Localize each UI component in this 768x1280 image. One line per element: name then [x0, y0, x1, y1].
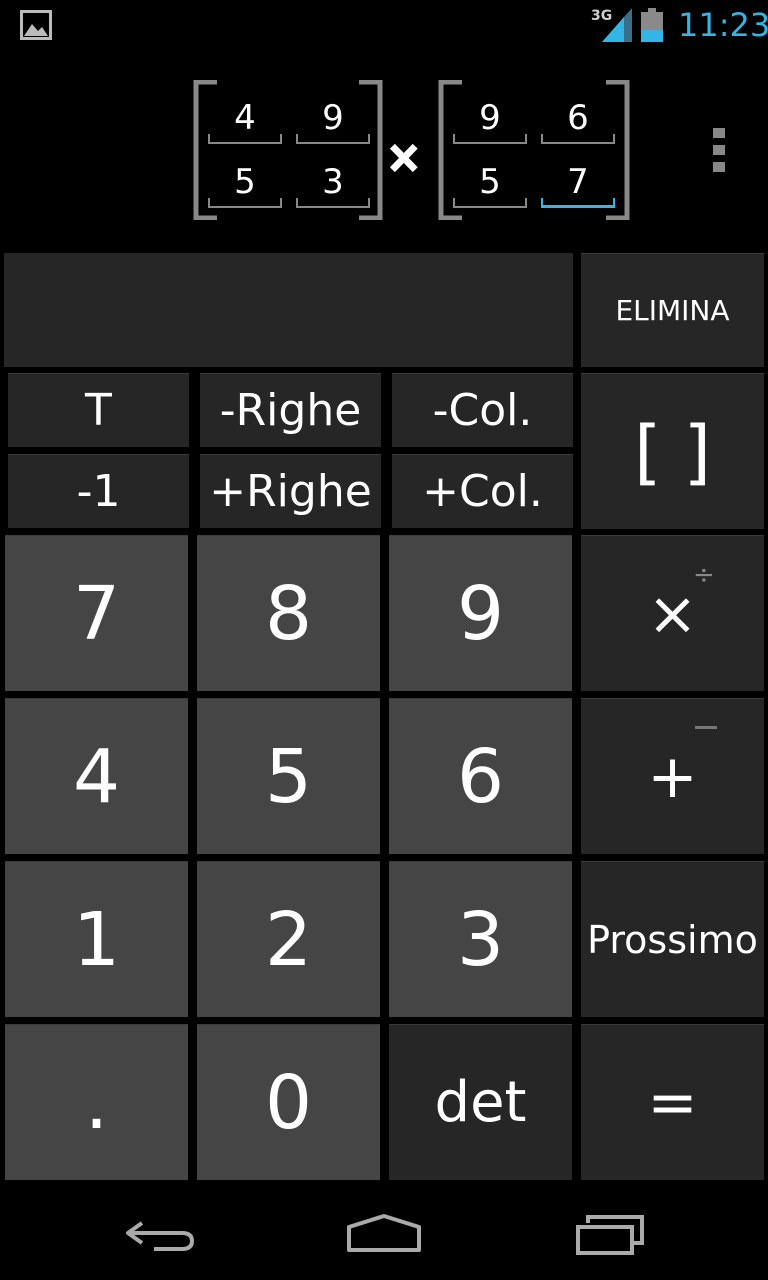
equals-button[interactable]: = [581, 1024, 764, 1180]
transpose-button[interactable]: T [8, 373, 189, 447]
next-button[interactable]: Prossimo [581, 861, 764, 1017]
navigation-bar [0, 1183, 768, 1280]
input-display [4, 253, 573, 367]
matrix-a-cell[interactable]: 9 [298, 98, 368, 138]
digit-7-button[interactable]: 7 [5, 535, 188, 691]
determinant-button[interactable]: det [389, 1024, 572, 1180]
matrix-b-cell-underline [541, 134, 615, 144]
remove-rows-button[interactable]: -Righe [200, 373, 381, 447]
digit-9-button[interactable]: 9 [389, 535, 572, 691]
matrix-a-cell[interactable]: 3 [298, 162, 368, 202]
digit-4-button[interactable]: 4 [5, 698, 188, 854]
decimal-point-button[interactable]: . [5, 1024, 188, 1180]
digit-5-button[interactable]: 5 [197, 698, 380, 854]
matrix-a-cell-underline [296, 134, 370, 144]
digit-1-button[interactable]: 1 [5, 861, 188, 1017]
digit-0-button[interactable]: 0 [197, 1024, 380, 1180]
digit-3-button[interactable]: 3 [389, 861, 572, 1017]
inverse-button[interactable]: -1 [8, 454, 189, 528]
home-icon[interactable] [346, 1213, 422, 1253]
divide-alt-label: ÷ [693, 560, 715, 590]
new-matrix-button[interactable]: [ ] [581, 373, 764, 529]
active-cell-underline [541, 198, 615, 208]
matrix-b-cell[interactable]: 9 [455, 98, 525, 138]
matrix-b-cell-underline [453, 134, 527, 144]
plus-button[interactable]: + [581, 698, 764, 854]
delete-button[interactable]: ELIMINA [581, 253, 764, 367]
minus-alt-indicator [695, 726, 717, 729]
matrix-a-cell[interactable]: 4 [210, 98, 280, 138]
matrix-a-cell-underline [208, 198, 282, 208]
matrix-a-cell-underline [296, 198, 370, 208]
matrix-b-cell[interactable]: 5 [455, 162, 525, 202]
digit-8-button[interactable]: 8 [197, 535, 380, 691]
recent-apps-icon[interactable] [574, 1215, 646, 1255]
back-icon[interactable] [124, 1215, 196, 1253]
remove-columns-button[interactable]: -Col. [392, 373, 573, 447]
matrix-b-cell-underline [453, 198, 527, 208]
matrix-expression-display: 4 9 5 3 × 9 6 5 7 [0, 0, 768, 240]
matrix-b-cell[interactable]: 6 [543, 98, 613, 138]
digit-6-button[interactable]: 6 [389, 698, 572, 854]
matrix-a-cell[interactable]: 5 [210, 162, 280, 202]
plus-label: + [647, 741, 698, 812]
multiply-button[interactable]: × [581, 535, 764, 691]
overflow-menu-icon[interactable] [713, 128, 727, 172]
matrix-b-cell-active[interactable]: 7 [543, 162, 613, 202]
digit-2-button[interactable]: 2 [197, 861, 380, 1017]
add-columns-button[interactable]: +Col. [392, 454, 573, 528]
add-rows-button[interactable]: +Righe [200, 454, 381, 528]
operator-symbol: × [388, 122, 420, 193]
multiply-label: × [647, 578, 698, 649]
matrix-a-cell-underline [208, 134, 282, 144]
